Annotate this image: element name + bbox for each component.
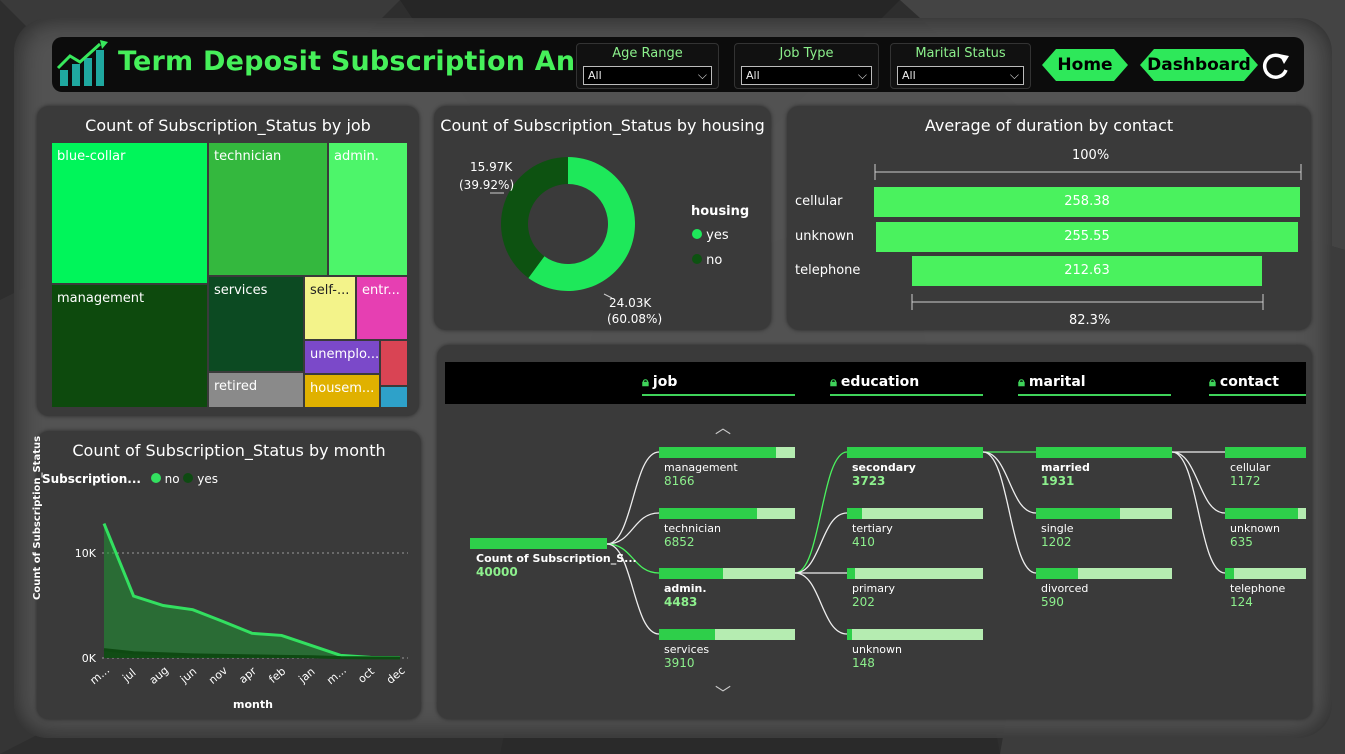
- node-value: 410: [852, 535, 875, 549]
- decomp-bar-fill: [847, 568, 856, 579]
- decomp-link: [794, 572, 848, 635]
- decomp-bar-fill: [659, 629, 715, 640]
- node-value: 1931: [1041, 474, 1075, 488]
- decomp-node-job: services 3910: [664, 643, 709, 670]
- node-value: 3910: [664, 656, 695, 670]
- node-label: secondary: [852, 461, 916, 474]
- decomp-link: [1171, 451, 1226, 574]
- decomp-node-education: unknown 148: [852, 643, 902, 670]
- decomp-bar-education[interactable]: [847, 508, 983, 519]
- decomp-bar-marital[interactable]: [1036, 568, 1172, 579]
- decomp-bar-education[interactable]: [847, 568, 983, 579]
- decomp-node-job: management 8166: [664, 461, 738, 488]
- decomp-node-marital: divorced 590: [1041, 582, 1088, 609]
- node-value: 202: [852, 595, 875, 609]
- decomp-link: [982, 451, 1037, 574]
- decomp-root-label: Count of Subscription_S... 40000: [476, 552, 637, 579]
- node-label: telephone: [1230, 582, 1286, 595]
- node-value: 8166: [664, 474, 695, 488]
- decomp-node-education: tertiary 410: [852, 522, 893, 549]
- node-value: 635: [1230, 535, 1253, 549]
- node-label: cellular: [1230, 461, 1271, 474]
- decomp-bar-job[interactable]: [659, 447, 795, 458]
- decomp-link: [606, 512, 660, 545]
- decomp-bar-education[interactable]: [847, 629, 983, 640]
- decomp-node-job: technician 6852: [664, 522, 721, 549]
- decomp-link: [606, 451, 660, 545]
- decomp-bar-marital[interactable]: [1036, 508, 1172, 519]
- decomp-root-bar[interactable]: [470, 538, 607, 549]
- decomp-node-job: admin. 4483: [664, 582, 707, 609]
- decomp-bar-fill: [1036, 568, 1079, 579]
- decomp-link: [794, 451, 848, 574]
- decomp-links: [606, 451, 1226, 635]
- node-value: 124: [1230, 595, 1253, 609]
- decomp-node-contact: cellular 1172: [1230, 461, 1270, 488]
- decomp-node-education: primary 202: [852, 582, 895, 609]
- node-label: divorced: [1041, 582, 1089, 595]
- decomp-bar-job[interactable]: [659, 568, 795, 579]
- node-value: 590: [1041, 595, 1064, 609]
- decomp-bar-fill: [1225, 568, 1234, 579]
- node-label: primary: [852, 582, 896, 595]
- root-value: 40000: [476, 565, 518, 579]
- node-label: tertiary: [852, 522, 893, 535]
- decomp-bar-fill: [1225, 508, 1298, 519]
- decomp-node-marital: single 1202: [1041, 522, 1074, 549]
- node-label: admin.: [664, 582, 707, 595]
- node-value: 4483: [664, 595, 698, 609]
- decomp-link: [1171, 451, 1226, 514]
- decomp-bar-fill: [847, 447, 983, 458]
- node-value: 1172: [1230, 474, 1261, 488]
- node-label: unknown: [1230, 522, 1280, 535]
- decomp-bar-fill: [1036, 447, 1172, 458]
- node-label: management: [664, 461, 738, 474]
- decomp-bar-fill: [1036, 508, 1121, 519]
- decomp-node-marital: married 1931: [1041, 461, 1090, 488]
- node-label: technician: [664, 522, 721, 535]
- decomp-bar-fill: [659, 447, 776, 458]
- decomp-bar-contact[interactable]: [1225, 508, 1306, 519]
- node-value: 148: [852, 656, 875, 670]
- node-label: married: [1041, 461, 1090, 474]
- decomp-bar-contact[interactable]: [1225, 568, 1306, 579]
- decomp-node-education: secondary 3723: [852, 461, 916, 488]
- decomp-bar-fill: [847, 629, 853, 640]
- decomp-bar-contact[interactable]: [1225, 447, 1306, 458]
- decomp-node-contact: telephone 124: [1230, 582, 1285, 609]
- decomp-node-contact: unknown 635: [1230, 522, 1280, 549]
- decomp-link: [982, 451, 1037, 514]
- node-value: 1202: [1041, 535, 1072, 549]
- node-value: 6852: [664, 535, 695, 549]
- decomp-bar-education[interactable]: [847, 447, 983, 458]
- decomp-bar-job[interactable]: [659, 629, 795, 640]
- node-label: services: [664, 643, 710, 656]
- decomp-link: [794, 512, 848, 574]
- node-value: 3723: [852, 474, 886, 488]
- node-label: single: [1041, 522, 1074, 535]
- root-label: Count of Subscription_S...: [476, 552, 637, 565]
- decomp-bar-fill: [659, 508, 757, 519]
- node-label: unknown: [852, 643, 902, 656]
- decomp-bar-fill: [659, 568, 723, 579]
- decomp-bar-fill: [1225, 447, 1306, 458]
- decomp-bar-job[interactable]: [659, 508, 795, 519]
- decomp-bar-fill: [847, 508, 862, 519]
- decomp-bar-marital[interactable]: [1036, 447, 1172, 458]
